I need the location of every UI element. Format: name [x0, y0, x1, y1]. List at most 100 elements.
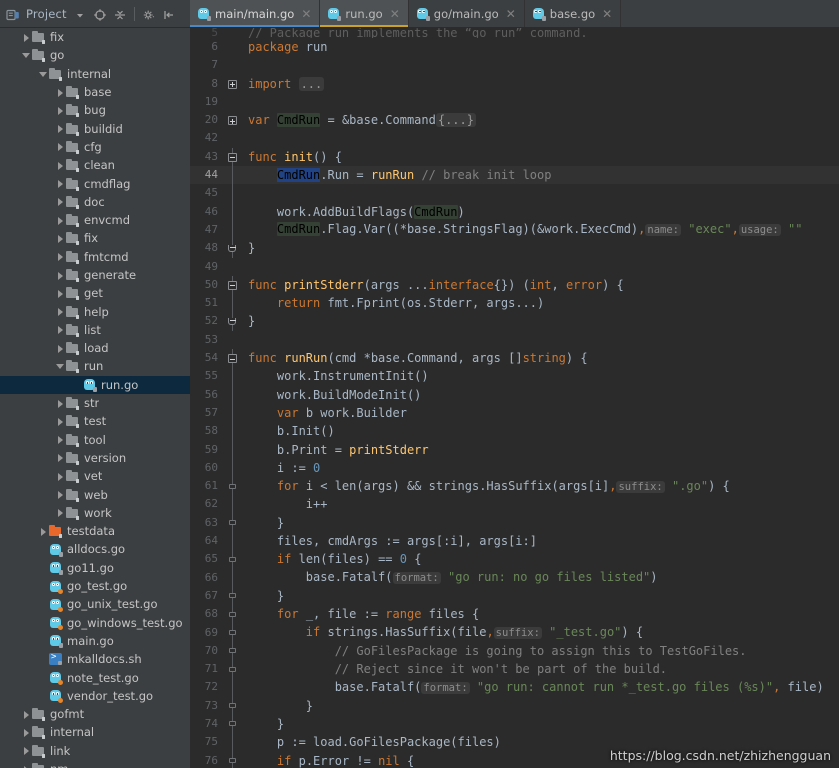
code-line[interactable]: 59 b.Print = printStderr	[190, 440, 839, 459]
code-line[interactable]: 58 b.Init()	[190, 422, 839, 441]
fold-gutter[interactable]	[224, 56, 242, 74]
project-view-icon[interactable]	[6, 7, 20, 21]
tree-item-fix[interactable]: fix	[0, 28, 190, 46]
code-line[interactable]: 71 // Reject since it won't be part of t…	[190, 660, 839, 679]
code-text[interactable]: files, cmdArgs := args[:i], args[i:]	[242, 532, 839, 550]
fold-region-end-icon[interactable]	[228, 666, 236, 672]
fold-gutter[interactable]	[224, 220, 242, 240]
code-text[interactable]: work.BuildModeInit()	[242, 386, 839, 404]
code-text[interactable]: package run	[242, 38, 839, 56]
fold-collapse-icon[interactable]	[227, 280, 237, 290]
code-line[interactable]: 65 if len(files) == 0 {	[190, 550, 839, 569]
code-text[interactable]: }	[242, 239, 839, 257]
fold-gutter[interactable]	[224, 312, 242, 331]
code-text[interactable]: import ...	[242, 75, 839, 93]
tree-item-get[interactable]: get	[0, 284, 190, 302]
code-text[interactable]: }	[242, 715, 839, 733]
fold-gutter[interactable]	[224, 403, 242, 423]
tree-item-version[interactable]: version	[0, 449, 190, 467]
chevron-right-icon[interactable]	[55, 233, 66, 244]
chevron-right-icon[interactable]	[55, 489, 66, 500]
fold-gutter[interactable]	[224, 275, 242, 295]
tree-item-go[interactable]: go	[0, 46, 190, 64]
chevron-down-icon[interactable]	[55, 361, 66, 372]
tree-item-web[interactable]: web	[0, 485, 190, 503]
chevron-right-icon[interactable]	[55, 343, 66, 354]
code-line[interactable]: 62 i++	[190, 495, 839, 514]
code-line[interactable]: 67 }	[190, 586, 839, 606]
fold-gutter[interactable]	[224, 111, 242, 129]
code-line[interactable]: 63 }	[190, 513, 839, 533]
code-line[interactable]: 42	[190, 129, 839, 147]
fold-region-icon[interactable]	[228, 483, 236, 489]
code-editor[interactable]: 5 // Package run implements the “go run” …	[190, 28, 839, 768]
chevron-right-icon[interactable]	[55, 288, 66, 299]
chevron-right-icon[interactable]	[55, 471, 66, 482]
code-text[interactable]: // GoFilesPackage is going to assign thi…	[242, 642, 839, 660]
fold-gutter[interactable]	[224, 331, 242, 349]
code-text[interactable]: CmdRun.Run = runRun // break init loop	[242, 166, 839, 184]
fold-gutter[interactable]	[224, 751, 242, 768]
code-line[interactable]: 48}	[190, 239, 839, 258]
fold-gutter[interactable]	[224, 550, 242, 569]
code-text[interactable]: }	[242, 514, 839, 532]
hide-panel-icon[interactable]	[162, 7, 176, 21]
chevron-right-icon[interactable]	[55, 398, 66, 409]
tree-item-vet[interactable]: vet	[0, 467, 190, 485]
tree-item-clean[interactable]: clean	[0, 156, 190, 174]
chevron-right-icon[interactable]	[21, 745, 32, 756]
fold-gutter[interactable]	[224, 696, 242, 715]
fold-region-icon[interactable]	[228, 630, 236, 635]
code-line[interactable]: 64 files, cmdArgs := args[:i], args[i:]	[190, 532, 839, 551]
code-line[interactable]: 45	[190, 184, 839, 203]
tree-item-vendor-test-go[interactable]: vendor_test.go	[0, 687, 190, 705]
fold-region-end-icon[interactable]	[228, 520, 236, 526]
chevron-down-icon[interactable]	[38, 68, 49, 79]
fold-region-end-icon[interactable]	[228, 721, 236, 727]
tree-item-work[interactable]: work	[0, 504, 190, 522]
chevron-right-icon[interactable]	[21, 727, 32, 738]
code-text[interactable]: var b work.Builder	[242, 404, 839, 422]
code-line[interactable]: 60 i := 0	[190, 458, 839, 478]
code-text[interactable]: base.Fatalf(format: "go run: no go files…	[242, 568, 839, 587]
tab-close-icon[interactable]: ✕	[301, 8, 311, 20]
code-text[interactable]: func runRun(cmd *base.Command, args []st…	[242, 349, 839, 367]
fold-gutter[interactable]	[224, 605, 242, 624]
fold-collapse-icon[interactable]	[227, 354, 237, 364]
chevron-right-icon[interactable]	[21, 709, 32, 720]
fold-gutter[interactable]	[224, 129, 242, 147]
fold-gutter[interactable]	[224, 714, 242, 734]
fold-end-icon[interactable]	[228, 245, 236, 253]
chevron-down-icon[interactable]	[21, 50, 32, 61]
chevron-right-icon[interactable]	[55, 452, 66, 463]
tree-item-bug[interactable]: bug	[0, 101, 190, 119]
chevron-right-icon[interactable]	[21, 764, 32, 768]
collapse-all-icon[interactable]	[113, 7, 127, 21]
code-line[interactable]: 51 return fmt.Fprint(os.Stderr, args...)	[190, 294, 839, 313]
fold-gutter[interactable]	[224, 641, 242, 661]
fold-gutter[interactable]	[224, 440, 242, 459]
fold-gutter[interactable]	[224, 495, 242, 514]
code-line[interactable]: 7	[190, 56, 839, 74]
code-line[interactable]: 57 var b work.Builder	[190, 403, 839, 423]
fold-collapse-icon[interactable]	[227, 152, 237, 162]
tree-item-note-test-go[interactable]: note_test.go	[0, 668, 190, 686]
tree-item-load[interactable]: load	[0, 339, 190, 357]
code-line[interactable]: 61 for i < len(args) && strings.HasSuffi…	[190, 477, 839, 496]
code-line[interactable]: 52}	[190, 312, 839, 331]
fold-gutter[interactable]	[224, 568, 242, 587]
code-text[interactable]: }	[242, 587, 839, 605]
fold-gutter[interactable]	[224, 349, 242, 368]
fold-expand-icon[interactable]	[227, 116, 237, 126]
code-line[interactable]: 5 // Package run implements the “go run” …	[190, 28, 839, 38]
chevron-right-icon[interactable]	[21, 32, 32, 43]
editor-tab[interactable]: main/main.go ✕	[190, 0, 321, 27]
fold-gutter[interactable]	[224, 660, 242, 679]
chevron-right-icon[interactable]	[55, 160, 66, 171]
code-line[interactable]: 54 func runRun(cmd *base.Command, args []…	[190, 349, 839, 368]
chevron-right-icon[interactable]	[55, 178, 66, 189]
tree-item-testdata[interactable]: testdata	[0, 522, 190, 540]
tree-item-test[interactable]: test	[0, 412, 190, 430]
chevron-right-icon[interactable]	[55, 87, 66, 98]
tree-item-go-windows-test-go[interactable]: go_windows_test.go	[0, 614, 190, 632]
